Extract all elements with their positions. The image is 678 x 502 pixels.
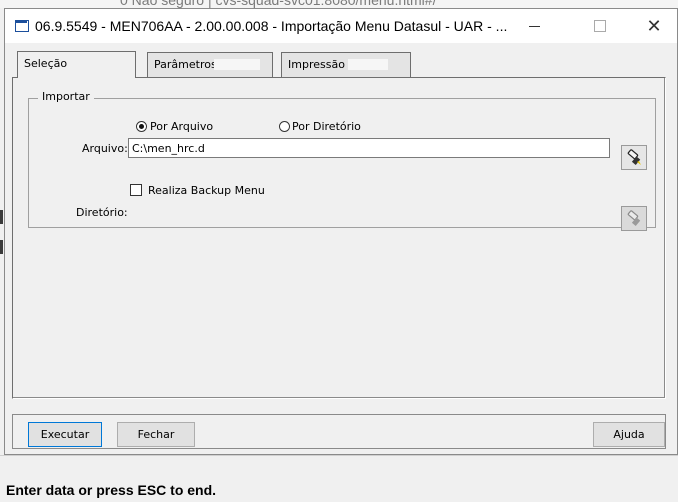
background-browser-strip: 0 Não seguro | cvs-squad-svc01:8080/menu…	[0, 0, 678, 8]
diretorio-label: Diretório:	[76, 206, 128, 219]
tab-parametros[interactable]: Parâmetros	[147, 52, 273, 77]
importar-group-title: Importar	[38, 90, 94, 103]
ajuda-button[interactable]: Ajuda	[593, 422, 665, 447]
background-url-text: 0 Não seguro | cvs-squad-svc01:8080/menu…	[120, 0, 437, 8]
background-edge	[0, 210, 3, 224]
status-text: Enter data or press ESC to end.	[6, 482, 217, 498]
arquivo-label: Arquivo:	[82, 142, 128, 155]
tab-label: Parâmetros	[154, 58, 217, 71]
window-title: 06.9.5549 - MEN706AA - 2.00.00.008 - Imp…	[35, 18, 508, 34]
tab-label: Impressão	[288, 58, 345, 71]
flashlight-search-icon	[627, 148, 641, 165]
maximize-icon	[594, 20, 606, 32]
status-bar: Enter data or press ESC to end.	[0, 455, 678, 502]
arquivo-input[interactable]: C:\men_hrc.d	[128, 138, 610, 158]
background-edge	[0, 240, 3, 254]
button-bar	[12, 414, 666, 449]
close-button[interactable]: ✕	[631, 9, 677, 43]
tab-impressao[interactable]: Impressão	[281, 52, 411, 77]
tab-selecao[interactable]: Seleção	[17, 51, 136, 78]
app-window-icon	[15, 20, 29, 32]
backup-menu-checkbox[interactable]	[130, 184, 142, 196]
executar-button[interactable]: Executar	[28, 422, 102, 447]
flashlight-search-icon	[627, 209, 641, 226]
minimize-icon	[528, 25, 540, 27]
maximize-button[interactable]	[577, 9, 623, 43]
backup-menu-label: Realiza Backup Menu	[148, 184, 265, 197]
radio-por-arquivo[interactable]	[136, 121, 147, 132]
minimize-button[interactable]	[511, 9, 557, 43]
title-bar[interactable]: 06.9.5549 - MEN706AA - 2.00.00.008 - Imp…	[5, 9, 677, 43]
radio-por-arquivo-label: Por Arquivo	[150, 120, 214, 133]
radio-por-diretorio-label: Por Diretório	[292, 120, 361, 133]
close-icon: ✕	[646, 15, 662, 37]
tab-label: Seleção	[24, 57, 68, 70]
browse-file-button[interactable]	[621, 145, 647, 170]
radio-por-diretorio[interactable]	[279, 121, 290, 132]
browse-directory-button[interactable]	[621, 206, 647, 231]
fechar-button[interactable]: Fechar	[117, 422, 195, 447]
